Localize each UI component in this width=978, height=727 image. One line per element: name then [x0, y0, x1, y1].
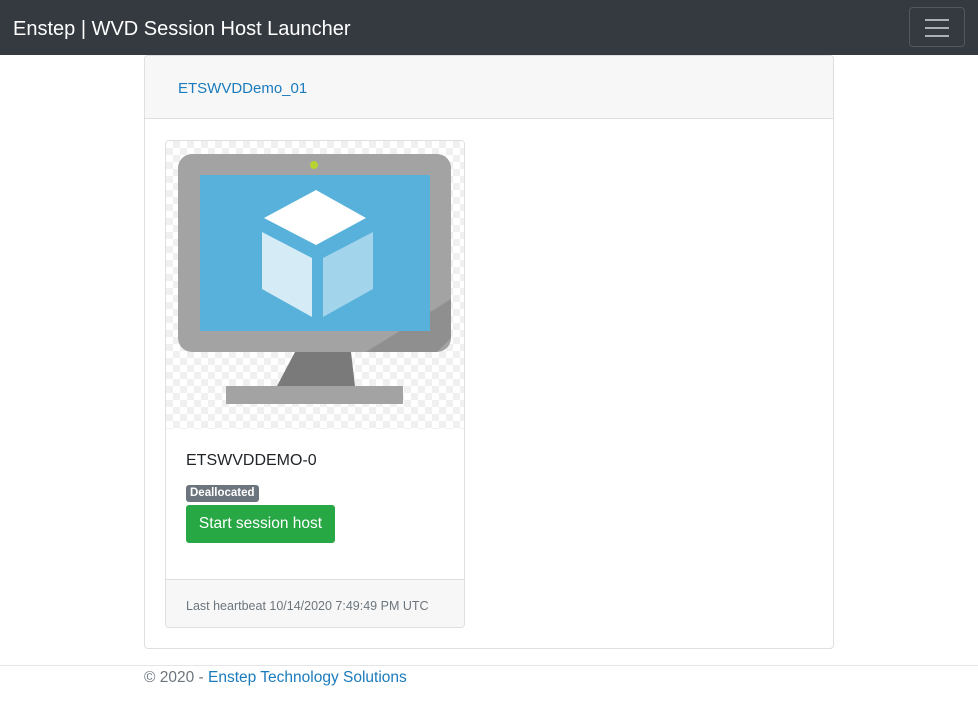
session-host-card: ETSWVDDEMO-0 Deallocated Start session h…	[165, 140, 465, 628]
company-link[interactable]: Enstep Technology Solutions	[208, 669, 407, 686]
copyright-text: © 2020 -	[144, 669, 204, 686]
footer-divider	[0, 665, 978, 666]
session-host-image	[166, 141, 464, 429]
last-heartbeat-text: Last heartbeat 10/14/2020 7:49:49 PM UTC	[186, 599, 429, 613]
page-footer: © 2020 - Enstep Technology Solutions	[144, 669, 407, 687]
session-host-card-footer: Last heartbeat 10/14/2020 7:49:49 PM UTC	[166, 579, 464, 627]
host-pool-link[interactable]: ETSWVDDemo_01	[178, 80, 307, 97]
menu-toggle-button[interactable]	[909, 7, 965, 47]
top-navbar: Enstep | WVD Session Host Launcher	[0, 0, 978, 55]
app-title[interactable]: Enstep | WVD Session Host Launcher	[13, 16, 351, 42]
azure-virtual-machine-icon	[178, 154, 451, 404]
session-host-name: ETSWVDDEMO-0	[186, 452, 317, 469]
start-session-host-button[interactable]: Start session host	[186, 505, 335, 543]
host-pool-header: ETSWVDDemo_01	[145, 56, 833, 119]
status-badge: Deallocated	[186, 485, 259, 502]
